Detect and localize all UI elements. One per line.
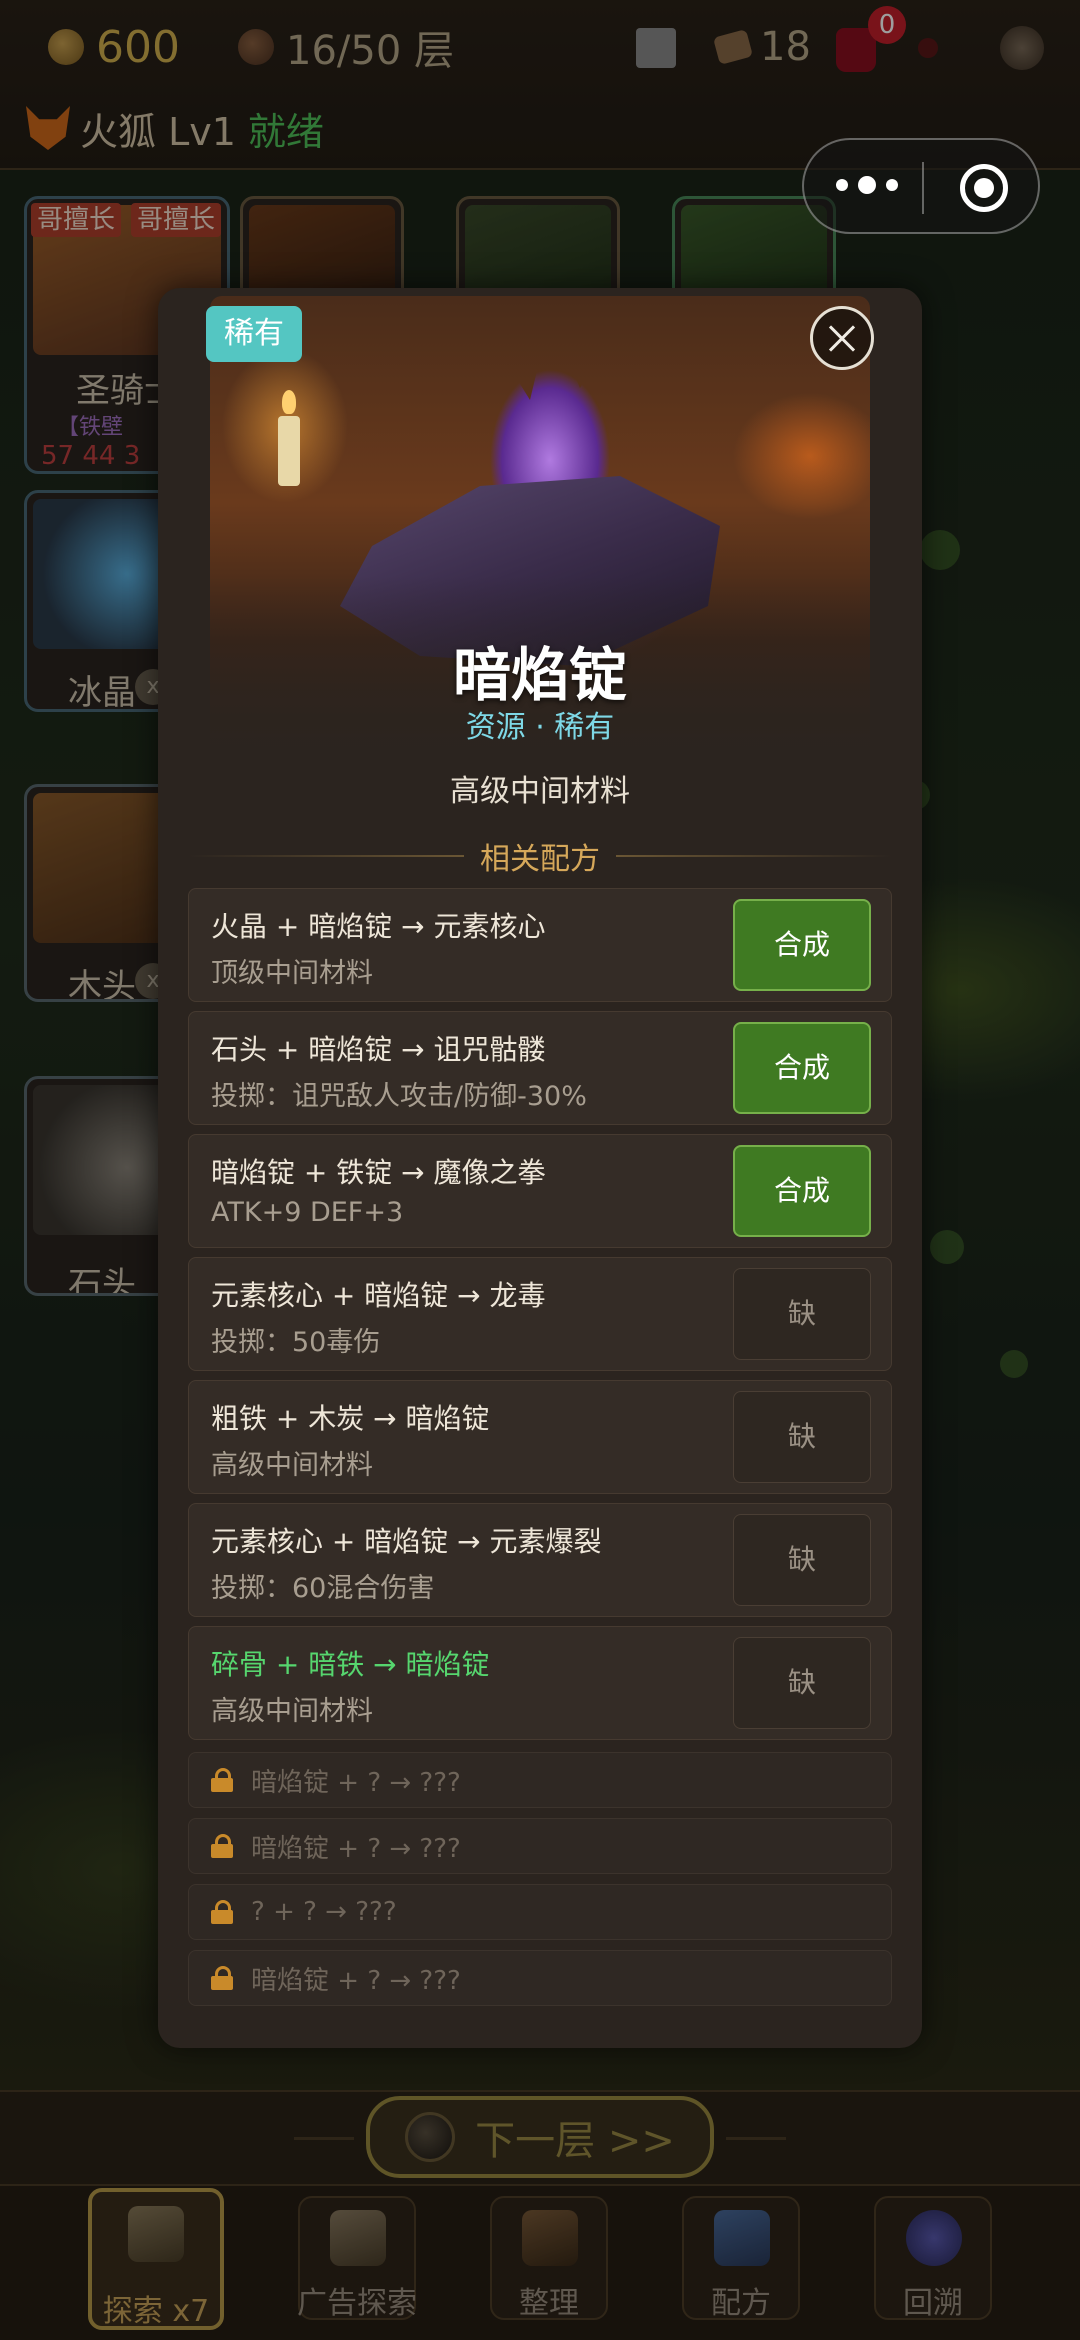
missing-ingredient-button[interactable]: 缺 xyxy=(733,1391,871,1483)
recipe-effect: 投掷：诅咒敌人攻击/防御-30% xyxy=(211,1081,587,1112)
lock-icon xyxy=(211,1966,233,1990)
recipe-row: 元素核心 + 暗焰锭 → 龙毒 投掷：50毒伤 缺 xyxy=(188,1257,892,1371)
rarity-badge: 稀有 xyxy=(206,306,302,362)
locked-recipe-row: 暗焰锭 + ? → ??? xyxy=(188,1950,892,2006)
close-icon[interactable] xyxy=(810,306,874,370)
recipe-formula: 暗焰锭 + 铁锭 → 魔像之拳 xyxy=(211,1156,546,1189)
recipe-formula: 火晶 + 暗焰锭 → 元素核心 xyxy=(211,910,546,943)
recipe-row: 火晶 + 暗焰锭 → 元素核心 顶级中间材料 合成 xyxy=(188,888,892,1002)
item-detail-modal: 稀有 暗焰锭 资源 · 稀有 高级中间材料 相关配方 火晶 + 暗焰锭 → 元素… xyxy=(158,288,922,2048)
recipe-effect: 高级中间材料 xyxy=(211,1696,373,1727)
item-category: 资源 · 稀有 xyxy=(465,710,615,745)
lock-icon xyxy=(211,1900,233,1924)
recipe-row: 碎骨 + 暗铁 → 暗焰锭 高级中间材料 缺 xyxy=(188,1626,892,1740)
close-miniprogram-icon[interactable] xyxy=(960,164,1008,212)
recipe-formula: 元素核心 + 暗焰锭 → 龙毒 xyxy=(211,1279,546,1312)
lock-icon xyxy=(211,1768,233,1792)
item-title: 暗焰锭 xyxy=(452,641,627,709)
recipe-row: 元素核心 + 暗焰锭 → 元素爆裂 投掷：60混合伤害 缺 xyxy=(188,1503,892,1617)
recipe-formula: 粗铁 + 木炭 → 暗焰锭 xyxy=(211,1402,490,1435)
missing-ingredient-button[interactable]: 缺 xyxy=(733,1268,871,1360)
locked-recipe-row: 暗焰锭 + ? → ??? xyxy=(188,1752,892,1808)
related-recipes-header: 相关配方 xyxy=(188,836,892,877)
item-description: 高级中间材料 xyxy=(450,774,630,809)
missing-ingredient-button[interactable]: 缺 xyxy=(733,1637,871,1729)
more-menu-icon[interactable] xyxy=(836,176,898,194)
craft-button[interactable]: 合成 xyxy=(733,1145,871,1237)
recipe-row: 粗铁 + 木炭 → 暗焰锭 高级中间材料 缺 xyxy=(188,1380,892,1494)
lock-icon xyxy=(211,1834,233,1858)
craft-button[interactable]: 合成 xyxy=(733,1022,871,1114)
recipe-formula: 元素核心 + 暗焰锭 → 元素爆裂 xyxy=(211,1525,602,1558)
recipe-row: 石头 + 暗焰锭 → 诅咒骷髅 投掷：诅咒敌人攻击/防御-30% 合成 xyxy=(188,1011,892,1125)
miniprogram-capsule xyxy=(802,138,1040,234)
candle-art xyxy=(278,390,300,486)
recipe-effect: 顶级中间材料 xyxy=(211,958,373,989)
craft-button[interactable]: 合成 xyxy=(733,899,871,991)
recipe-effect: ATK+9 DEF+3 xyxy=(211,1197,404,1228)
recipe-effect: 投掷：50毒伤 xyxy=(211,1327,381,1358)
recipe-effect: 高级中间材料 xyxy=(211,1450,373,1481)
capsule-divider xyxy=(922,162,924,214)
recipe-effect: 投掷：60混合伤害 xyxy=(211,1573,435,1604)
recipe-formula: 石头 + 暗焰锭 → 诅咒骷髅 xyxy=(211,1033,546,1066)
recipe-formula: 碎骨 + 暗铁 → 暗焰锭 xyxy=(211,1648,490,1681)
recipe-row: 暗焰锭 + 铁锭 → 魔像之拳 ATK+9 DEF+3 合成 xyxy=(188,1134,892,1248)
locked-recipe-row: 暗焰锭 + ? → ??? xyxy=(188,1818,892,1874)
missing-ingredient-button[interactable]: 缺 xyxy=(733,1514,871,1606)
locked-recipe-row: ? + ? → ??? xyxy=(188,1884,892,1940)
